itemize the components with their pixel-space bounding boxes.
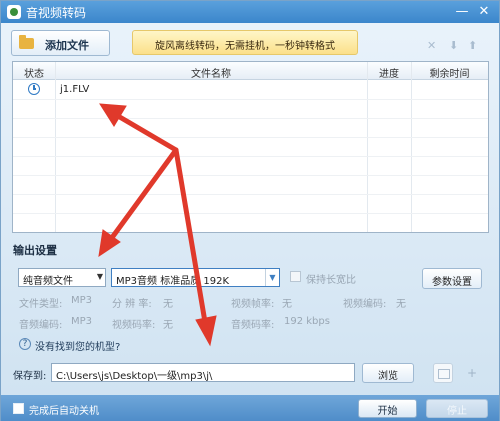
move-down-icon[interactable]: ⬇: [449, 39, 458, 52]
title-bar: 音视频转码 — ✕: [1, 1, 499, 23]
row-divider: [13, 213, 488, 214]
row-divider: [13, 194, 488, 195]
promo-text: 旋风离线转码，无需挂机，一秒钟转格式: [155, 41, 335, 52]
save-to-label: 保存到:: [13, 371, 47, 382]
param-value-file-type: MP3: [71, 295, 93, 306]
help-icon: ?: [19, 338, 31, 350]
browse-button[interactable]: 浏览: [362, 363, 414, 383]
stop-button[interactable]: 停止: [426, 399, 488, 418]
minimize-button[interactable]: —: [451, 3, 473, 20]
param-label-audio-bitrate: 音频码率:: [231, 320, 275, 331]
quality-select[interactable]: MP3音频 标准品质 192K ▼: [111, 268, 280, 287]
chevron-down-icon: ▼: [96, 272, 103, 281]
start-label: 开始: [377, 406, 398, 417]
auto-shutdown-checkbox[interactable]: [13, 403, 24, 414]
add-file-button[interactable]: 添加文件: [11, 30, 110, 56]
start-button[interactable]: 开始: [358, 399, 417, 418]
param-value-audio-codec: MP3: [71, 316, 93, 327]
table-header: 状态 文件名称 进度 剩余时间: [13, 62, 488, 80]
close-button[interactable]: ✕: [473, 3, 495, 20]
file-type-value: 纯音频文件: [23, 276, 73, 287]
file-name-cell: j1.FLV: [60, 84, 90, 95]
app-logo-icon: [7, 5, 21, 19]
promo-banner[interactable]: 旋风离线转码，无需挂机，一秒钟转格式: [132, 30, 358, 55]
param-value-frame-rate: 无: [282, 299, 292, 310]
add-file-label: 添加文件: [45, 39, 89, 52]
param-value-audio-bitrate: 192 kbps: [284, 316, 330, 327]
table-row[interactable]: j1.FLV: [13, 81, 488, 99]
param-label-file-type: 文件类型:: [19, 299, 63, 310]
param-label-audio-codec: 音频编码:: [19, 320, 63, 331]
row-divider: [13, 175, 488, 176]
param-value-resolution: 无: [163, 299, 173, 310]
param-settings-label: 参数设置: [432, 277, 472, 288]
row-divider: [13, 156, 488, 157]
device-not-found-link[interactable]: 没有找到您的机型?: [35, 338, 120, 353]
param-label-resolution: 分 辨 率:: [112, 299, 152, 310]
param-value-video-codec: 无: [396, 299, 406, 310]
save-path-input[interactable]: C:\Users\js\Desktop\一级\mp3\j\: [51, 363, 355, 382]
delete-x-icon[interactable]: ✕: [427, 39, 436, 52]
quality-value: MP3音频 标准品质 192K: [116, 276, 230, 287]
file-list-table[interactable]: 状态 文件名称 进度 剩余时间 j1.FLV: [12, 61, 489, 233]
open-folder-icon[interactable]: [433, 363, 453, 383]
stop-label: 停止: [447, 406, 467, 417]
output-settings-title: 输出设置: [13, 244, 57, 257]
clock-icon: [28, 83, 40, 95]
param-label-frame-rate: 视频帧率:: [231, 299, 275, 310]
row-divider: [13, 137, 488, 138]
save-path-value: C:\Users\js\Desktop\一级\mp3\j\: [56, 371, 213, 382]
column-header-status[interactable]: 状态: [13, 65, 55, 80]
column-header-name[interactable]: 文件名称: [55, 65, 367, 80]
browse-label: 浏览: [378, 371, 398, 382]
footer-bar: 完成后自动关机 开始 停止: [1, 395, 499, 421]
window-title: 音视频转码: [26, 6, 87, 20]
app-window: 音视频转码 — ✕ 添加文件 旋风离线转码，无需挂机，一秒钟转格式 ✕ ⬇ ⬆ …: [0, 0, 500, 421]
keep-ratio-checkbox[interactable]: [290, 271, 301, 282]
auto-shutdown-label: 完成后自动关机: [29, 406, 99, 417]
plus-icon[interactable]: +: [460, 363, 484, 383]
keep-ratio-label: 保持长宽比: [306, 275, 356, 286]
column-header-progress[interactable]: 进度: [367, 65, 411, 80]
row-divider: [13, 99, 488, 100]
param-settings-button[interactable]: 参数设置: [422, 268, 482, 289]
param-label-video-bitrate: 视频码率:: [112, 320, 156, 331]
move-up-icon[interactable]: ⬆: [468, 39, 477, 52]
row-divider: [13, 118, 488, 119]
param-value-video-bitrate: 无: [163, 320, 173, 331]
folder-icon: [19, 35, 34, 49]
file-type-select[interactable]: 纯音频文件 ▼: [18, 268, 106, 287]
chevron-down-icon: ▼: [265, 269, 279, 286]
param-label-video-codec: 视频编码:: [343, 299, 387, 310]
column-header-remaining[interactable]: 剩余时间: [411, 65, 488, 80]
